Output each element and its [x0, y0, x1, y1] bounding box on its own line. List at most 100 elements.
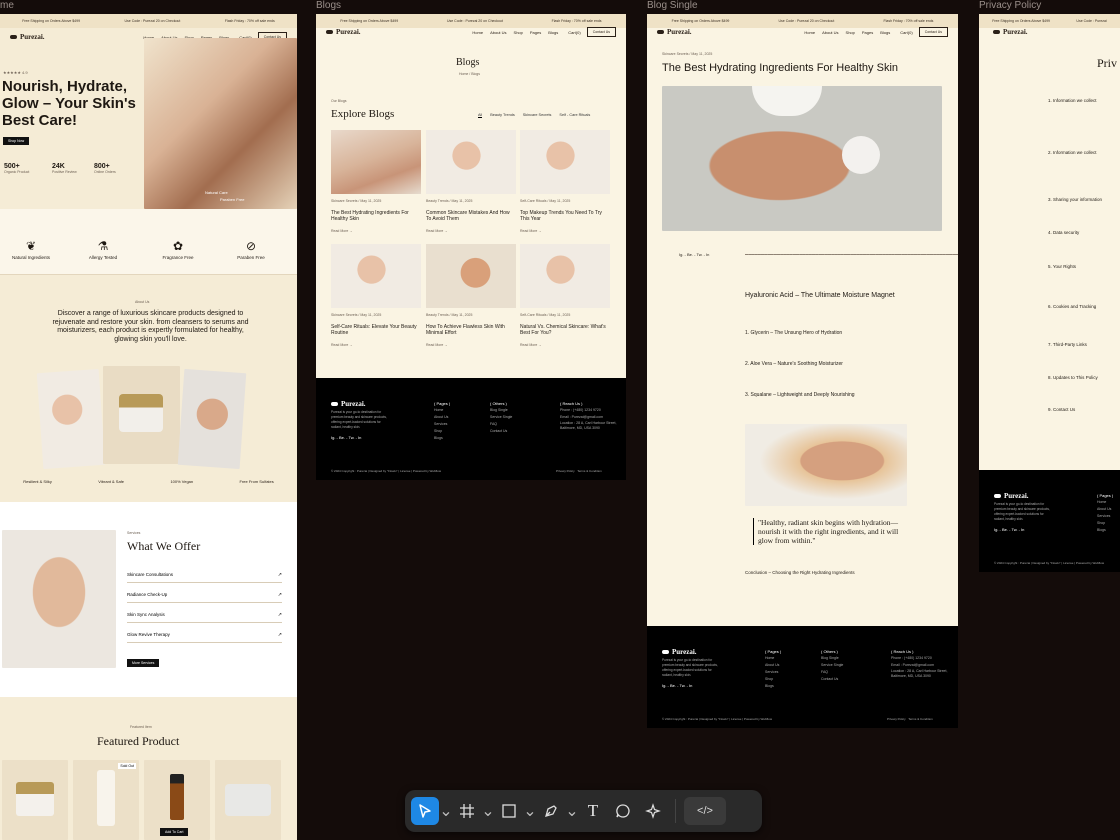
blogs-navbar: Purezai. Home About Us Shop Pages Blogs Cart… [316, 24, 626, 40]
badge-natural-care: Natural Care [205, 190, 228, 195]
pen-tool-icon[interactable] [537, 797, 565, 825]
services-image [2, 530, 116, 668]
filter-all[interactable]: All [478, 113, 483, 118]
about-tag: About Us [135, 300, 150, 304]
hero-title: Nourish, Hydrate, Glow – Your Skin's Bes… [2, 78, 136, 129]
read-more-2[interactable]: Read More → [426, 229, 448, 233]
read-more-4[interactable]: Read More → [331, 343, 353, 347]
single-navbar: Purezai. Home About Us Shop Pages Blogs Cart… [647, 24, 958, 40]
ai-sparkle-icon[interactable] [639, 797, 667, 825]
single-point-3: 3. Squalane – Lightweight and Deeply Nou… [745, 392, 855, 398]
single-meta: Skincare Secrets / May 11, 2025 [662, 52, 713, 56]
featured-tag: Featured Item [130, 725, 152, 729]
blog-card-5-title[interactable]: How To Achieve Flawless Skin With Minima… [426, 324, 514, 336]
privacy-title: Priv [1097, 56, 1118, 70]
filter-beauty-trends[interactable]: Beauty Trends [490, 113, 514, 118]
single-hero-image [662, 86, 942, 231]
privacy-footer: Purezai. Purezai is your go-to destinati… [979, 470, 1120, 572]
footer-social[interactable]: Ig. - Be. - Tw. - In [331, 434, 361, 441]
feature-natural: ❦ Natural Ingredients [8, 239, 54, 260]
about-text: Discover a range of luxurious skincare p… [52, 310, 249, 343]
leaf-icon: ❦ [25, 239, 37, 253]
rectangle-tool-icon[interactable] [495, 797, 523, 825]
blogs-frame[interactable]: Free Shipping on Orders Above $499 Use Co… [316, 14, 626, 480]
flower-icon: ✿ [172, 239, 184, 253]
badge-icon: ⊘ [245, 239, 257, 253]
feature-allergy: ⚗ Allergy Tested [80, 239, 126, 260]
shop-now-button[interactable]: Shop Now [3, 137, 30, 145]
read-more-1[interactable]: Read More → [331, 229, 353, 233]
product-card-4[interactable] [215, 760, 281, 840]
services-tag: Services [127, 531, 141, 535]
select-tool-icon[interactable] [411, 797, 439, 825]
flask-icon: ⚗ [97, 239, 109, 253]
blogs-footer: Purezai. Purezai is your go-to destinati… [316, 378, 626, 480]
blog-card-4-image[interactable] [331, 244, 421, 308]
blog-card-3-image[interactable] [520, 130, 610, 194]
stat-1: 500+ Organic Product [4, 163, 30, 174]
read-more-6[interactable]: Read More → [520, 343, 542, 347]
chevron-down-icon[interactable]: ⌄ [523, 797, 536, 825]
brand-logo[interactable]: Purezai. [10, 33, 45, 41]
brand-logo[interactable]: Purezai. [993, 28, 1028, 36]
offer-row-2[interactable]: Radiance Check-Up ↗ [127, 587, 282, 603]
blogs-breadcrumb: Home / Blogs [459, 72, 481, 76]
blog-card-3-title[interactable]: Top Makeup Trends You Need To Try This Y… [520, 210, 608, 222]
brand-logo[interactable]: Purezai. [657, 28, 692, 36]
announcement-bar: Free Shipping on Orders Above $499 Use Co… [0, 14, 297, 28]
text-tool-icon[interactable]: T [579, 797, 607, 825]
chevron-down-icon[interactable]: ⌄ [439, 797, 452, 825]
offer-title: What We Offer [127, 539, 201, 553]
single-title: The Best Hydrating Ingredients For Healt… [662, 62, 899, 74]
frame-tool-icon[interactable] [453, 797, 481, 825]
product-card-2[interactable]: Sold Out [73, 760, 139, 840]
offer-row-4[interactable]: Glow Revive Therapy ↗ [127, 627, 282, 643]
chevron-down-icon[interactable]: ⌄ [481, 797, 494, 825]
more-services-button[interactable]: More Services [127, 659, 160, 667]
blog-single-frame[interactable]: Free Shipping on Orders Above $499 Use Co… [647, 14, 958, 728]
filter-skincare-secrets[interactable]: Skincare Secrets [523, 113, 552, 118]
blog-filters: All Beauty Trends Skincare Secrets Self … [478, 113, 590, 118]
product-card-3[interactable]: Add To Cart [144, 760, 210, 840]
chevron-down-icon[interactable]: ⌄ [565, 797, 578, 825]
frame-label-blog-single[interactable]: Blog Single [647, 0, 698, 11]
contact-button[interactable]: Contact Us [586, 27, 616, 37]
privacy-navbar: Purezai. [979, 24, 1120, 40]
offer-row-3[interactable]: Skin Sync Analysis ↗ [127, 607, 282, 623]
filter-self-care[interactable]: Self - Care Rituals [559, 113, 590, 118]
single-conclusion: Conclusion – Choosing the Right Hydratin… [745, 570, 855, 575]
single-point-1: 1. Glycerin – The Unsung Hero of Hydrati… [745, 330, 843, 336]
read-more-3[interactable]: Read More → [520, 229, 542, 233]
blog-card-5-image[interactable] [426, 244, 516, 308]
blogs-title: Blogs [456, 57, 480, 68]
blog-card-6-title[interactable]: Natural Vs. Chemical Skincare: What's Be… [520, 324, 608, 336]
blog-card-1-title[interactable]: The Best Hydrating Ingredients For Healt… [331, 210, 419, 222]
blog-card-2-title[interactable]: Common Skincare Mistakes And How To Avoi… [426, 210, 514, 222]
blogs-tag: Our Blogs [331, 99, 347, 103]
hero-rating: ★★★★★ 4.9 [3, 70, 28, 75]
comment-tool-icon[interactable] [609, 797, 637, 825]
single-social[interactable]: Ig. - Be. - Tw. - In [679, 252, 709, 257]
blog-card-2-image[interactable] [426, 130, 516, 194]
product-card-1[interactable] [2, 760, 68, 840]
benefits-strip: Resilient & Silky Vibrant & Safe 100% Vega… [0, 466, 297, 496]
frame-label-privacy[interactable]: Privacy Policy [979, 0, 1041, 11]
brand-logo[interactable]: Purezai. [326, 28, 361, 36]
privacy-frame[interactable]: Free Shipping on Orders Above $499 Use Co… [979, 14, 1120, 572]
frame-label-blogs[interactable]: Blogs [316, 0, 341, 11]
read-more-5[interactable]: Read More → [426, 343, 448, 347]
featured-title: Featured Product [97, 734, 180, 748]
hero-image [144, 38, 297, 209]
frame-label-home[interactable]: me [0, 0, 14, 11]
feature-fragrance: ✿ Fragrance Free [155, 239, 201, 260]
blog-card-6-image[interactable] [520, 244, 610, 308]
offer-row-1[interactable]: Skincare Consultations ↗ [127, 567, 282, 583]
single-point-2: 2. Aloe Vera – Nature's Soothing Moistur… [745, 361, 843, 367]
blog-card-1-image[interactable] [331, 130, 421, 194]
home-frame[interactable]: Free Shipping on Orders Above $499 Use Co… [0, 14, 297, 840]
contact-button[interactable]: Contact Us [918, 27, 948, 37]
footer-logo: Purezai. [331, 400, 366, 408]
design-canvas[interactable]: me Blogs Blog Single Privacy Policy Free… [0, 0, 1120, 840]
code-view-icon[interactable]: </> [684, 797, 726, 825]
blog-card-4-title[interactable]: Self-Care Rituals: Elevate Your Beauty R… [331, 324, 419, 336]
